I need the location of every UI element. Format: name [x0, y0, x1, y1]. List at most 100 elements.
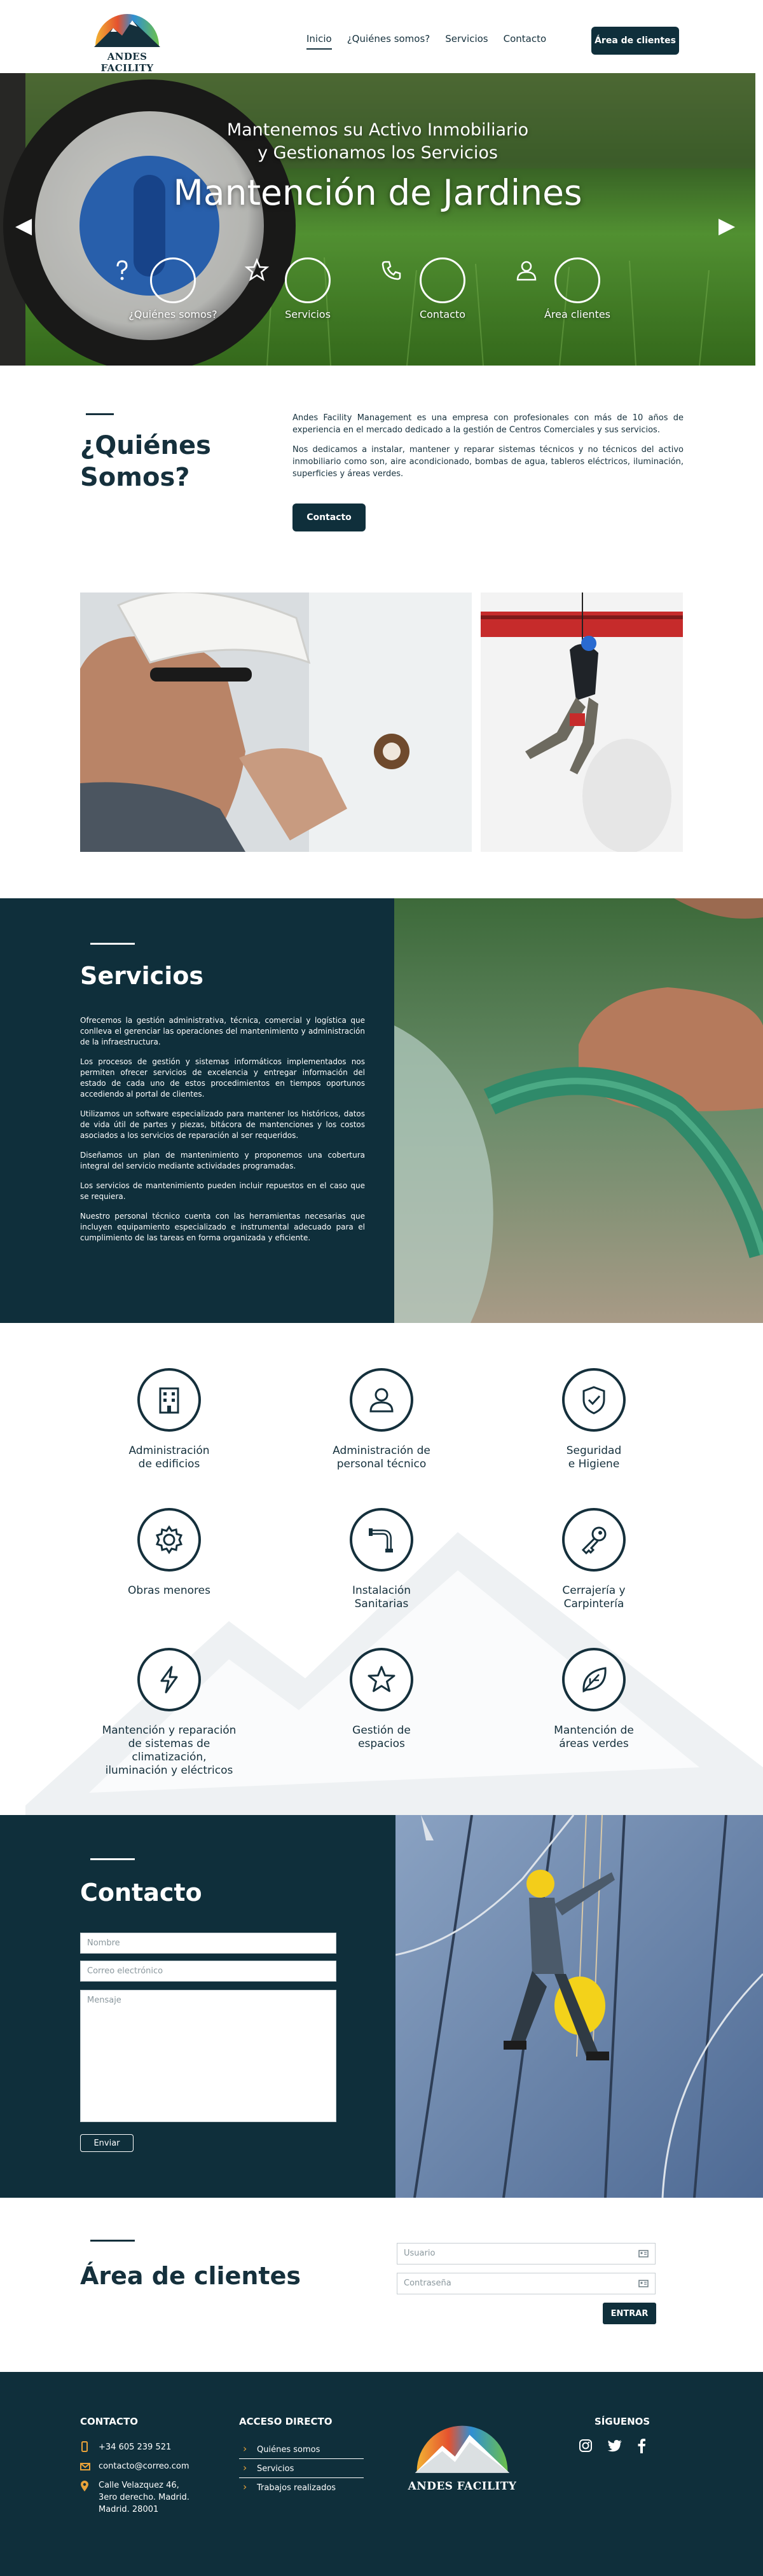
- service-label-line: Sanitarias: [354, 1598, 409, 1610]
- service-gestion-espacios[interactable]: Gestión de espacios: [305, 1648, 458, 1751]
- service-label-line: Instalación: [352, 1584, 411, 1597]
- footer-address-line: Madrid. 28001: [99, 2505, 159, 2514]
- footer-phone[interactable]: +34 605 239 521: [99, 2441, 171, 2453]
- service-label-line: Mantención y reparación: [102, 1724, 237, 1737]
- slider-next-arrow[interactable]: ▶: [718, 214, 735, 237]
- service-label-line: áreas verdes: [559, 1737, 629, 1750]
- star-icon: [244, 257, 331, 303]
- instagram-icon[interactable]: [579, 2439, 593, 2453]
- service-label: Gestión de espacios: [305, 1724, 458, 1751]
- name-input[interactable]: Nombre: [80, 1933, 336, 1954]
- brand-name: ANDES FACILITY: [100, 51, 154, 74]
- building-icon: [137, 1368, 201, 1432]
- clients-title: Área de clientes: [80, 2262, 301, 2290]
- about-title-line1: ¿Quiénes: [80, 431, 211, 460]
- technician-photo: [80, 593, 472, 852]
- services-paragraph: Los servicios de mantenimiento pueden in…: [80, 1181, 365, 1201]
- contact-title: Contacto: [80, 1879, 202, 1907]
- about-title-line2: Somos?: [80, 463, 190, 492]
- about-title-rule: [86, 413, 114, 415]
- nav-servicios[interactable]: Servicios: [445, 33, 488, 50]
- footer-link-trabajos[interactable]: › Trabajos realizados: [239, 2478, 364, 2497]
- footer-link-servicios[interactable]: › Servicios: [239, 2459, 364, 2478]
- hero-subtitle-line2: y Gestionamos los Servicios: [258, 143, 498, 163]
- hero-image: [0, 73, 755, 366]
- hero-link-clientes[interactable]: Área clientes: [514, 257, 641, 320]
- key-icon: [562, 1508, 626, 1572]
- chevron-right-icon: ›: [243, 2442, 247, 2455]
- service-label: Administración de personal técnico: [305, 1444, 458, 1471]
- footer-links: › Quiénes somos › Servicios › Trabajos real…: [239, 2440, 364, 2497]
- services-grid: Administración de edificios Administració…: [0, 1322, 763, 1815]
- hero-link-label: ¿Quiénes somos?: [128, 308, 217, 320]
- user-icon: [516, 257, 600, 303]
- phone-icon: [382, 257, 465, 303]
- service-label-line: iluminación y eléctricos: [105, 1764, 233, 1777]
- services-paragraph: Nuestro personal técnico cuenta con las …: [80, 1212, 365, 1242]
- service-label-line: de edificios: [138, 1458, 200, 1470]
- password-input[interactable]: Contraseña: [397, 2273, 656, 2294]
- nav-quienes-somos[interactable]: ¿Quiénes somos?: [347, 33, 430, 50]
- service-label-line: de sistemas de climatización,: [128, 1737, 210, 1764]
- services-paragraph: Los procesos de gestión y sistemas infor…: [80, 1057, 365, 1099]
- hero-slider: Mantenemos su Activo Inmobiliario y Gest…: [0, 73, 755, 366]
- hero-title: Mantención de Jardines: [173, 172, 582, 213]
- twitter-icon[interactable]: [607, 2439, 622, 2452]
- footer-link-quienes[interactable]: › Quiénes somos: [239, 2440, 364, 2459]
- service-administracion-personal[interactable]: Administración de personal técnico: [305, 1368, 458, 1471]
- message-textarea[interactable]: Mensaje: [80, 1990, 336, 2122]
- service-label-line: Carpintería: [563, 1598, 624, 1610]
- email-input[interactable]: Correo electrónico: [80, 1961, 336, 1982]
- about-title: ¿Quiénes Somos?: [80, 430, 211, 493]
- nav-contacto[interactable]: Contacto: [504, 33, 547, 50]
- location-pin-icon: [80, 2481, 89, 2492]
- hose-photo: [394, 898, 763, 1323]
- star-icon: [350, 1648, 413, 1711]
- chevron-right-icon: ›: [243, 2462, 247, 2474]
- service-instalacion-sanitarias[interactable]: Instalación Sanitarias: [305, 1508, 458, 1611]
- about-paragraph-1: Andes Facility Management es una empresa…: [292, 413, 684, 435]
- service-label-line: Administración de: [333, 1444, 430, 1457]
- id-card-icon: [638, 2278, 649, 2289]
- client-area-button[interactable]: Área de clientes: [591, 27, 679, 55]
- gear-icon: [137, 1508, 201, 1572]
- service-obras-menores[interactable]: Obras menores: [93, 1508, 245, 1598]
- username-input[interactable]: Usuario: [397, 2243, 656, 2264]
- enter-button[interactable]: ENTRAR: [603, 2303, 656, 2324]
- facebook-icon[interactable]: [637, 2438, 646, 2453]
- services-paragraph: Diseñamos un plan de mantenimiento y pro…: [80, 1151, 365, 1170]
- person-icon: [350, 1368, 413, 1432]
- pipe-icon: [350, 1508, 413, 1572]
- page: ANDES FACILITY Inicio ¿Quiénes somos? Se…: [0, 0, 763, 2576]
- service-mantencion-sistemas[interactable]: Mantención y reparación de sistemas de cl…: [93, 1648, 245, 1778]
- about-contact-button[interactable]: Contacto: [292, 504, 366, 531]
- climber-photo: [481, 593, 683, 852]
- about-paragraph-2: Nos dedicamos a instalar, mantener y rep…: [292, 445, 684, 479]
- service-label: Obras menores: [93, 1584, 245, 1598]
- footer-email[interactable]: contacto@correo.com: [99, 2460, 189, 2472]
- footer-contact-title: CONTACTO: [80, 2416, 138, 2427]
- envelope-icon: [80, 2462, 90, 2470]
- hero-link-contacto[interactable]: Contacto: [379, 257, 506, 320]
- send-button[interactable]: Enviar: [80, 2134, 134, 2152]
- footer-address-line: Calle Velazquez 46,: [99, 2481, 179, 2490]
- service-label: Cerrajería y Carpintería: [518, 1584, 670, 1611]
- footer-logo[interactable]: ANDES FACILITY: [402, 2414, 523, 2497]
- nav-inicio[interactable]: Inicio: [306, 33, 332, 50]
- service-seguridad-higiene[interactable]: Seguridad e Higiene: [518, 1368, 670, 1471]
- service-administracion-edificios[interactable]: Administración de edificios: [93, 1368, 245, 1471]
- footer-access-title: ACCESO DIRECTO: [239, 2416, 333, 2427]
- question-icon: [116, 257, 196, 303]
- service-label-line: e Higiene: [568, 1458, 620, 1470]
- brand-logo[interactable]: ANDES FACILITY: [83, 6, 172, 74]
- slider-prev-arrow[interactable]: ◀: [15, 214, 32, 237]
- logo-mountain-icon: [415, 2425, 510, 2473]
- footer-link-label: Quiénes somos: [257, 2445, 320, 2455]
- service-cerrajeria-carpinteria[interactable]: Cerrajería y Carpintería: [518, 1508, 670, 1611]
- hero-link-quienes[interactable]: ¿Quiénes somos?: [109, 257, 237, 320]
- service-mantencion-areas-verdes[interactable]: Mantención de áreas verdes: [518, 1648, 670, 1751]
- hero-link-servicios[interactable]: Servicios: [244, 257, 371, 320]
- chevron-right-icon: ›: [243, 2481, 247, 2493]
- service-label-line: Cerrajería y: [562, 1584, 626, 1597]
- clients-title-rule: [90, 2240, 135, 2242]
